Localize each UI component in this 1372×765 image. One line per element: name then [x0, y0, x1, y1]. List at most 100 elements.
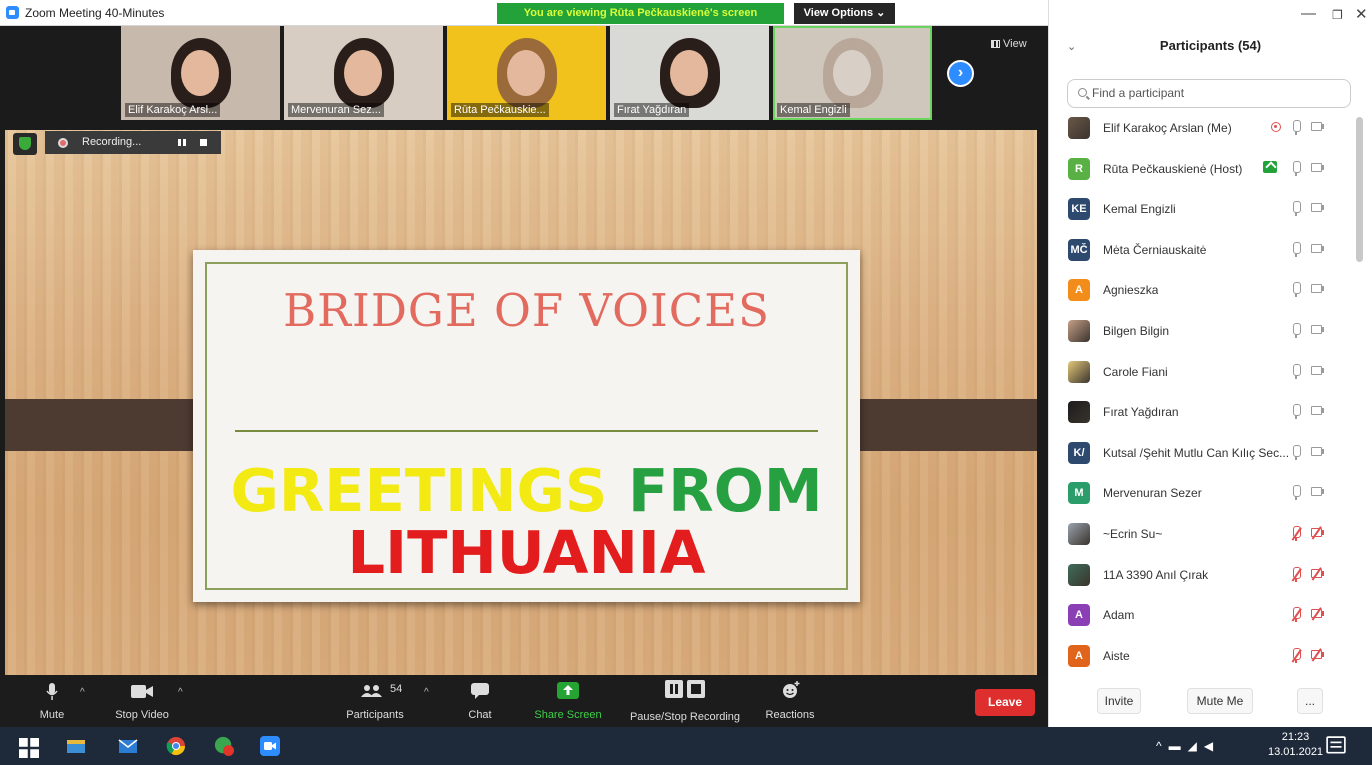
mute-label: Mute	[39, 709, 65, 721]
participant-row[interactable]: 11A 3390 Anıl Çırak	[1049, 563, 1359, 605]
video-camera-icon	[1311, 203, 1324, 213]
participants-panel-title: Participants (54)	[1159, 38, 1262, 53]
close-icon[interactable]: ✕	[1355, 5, 1368, 23]
participant-row[interactable]: Carole Fiani	[1049, 360, 1359, 402]
participant-row[interactable]: K/Kutsal /Şehit Mutlu Can Kılıç Sec...	[1049, 441, 1359, 483]
recording-indicator: Recording...	[45, 131, 221, 154]
notifications-icon[interactable]	[1326, 736, 1346, 756]
file-explorer-icon[interactable]	[66, 736, 86, 756]
slash-icon	[1311, 526, 1322, 540]
video-thumbnail-name: Rūta Pečkauskie...	[451, 103, 549, 117]
microphone-icon	[1292, 201, 1301, 217]
mail-icon[interactable]	[118, 736, 138, 756]
slide-greeting-line: GREETINGS FROM	[193, 458, 860, 524]
clock[interactable]: 21:23 13.01.2021	[1268, 730, 1323, 760]
microphone-icon	[1292, 363, 1301, 379]
mute-button[interactable]: Mute	[30, 675, 74, 727]
participant-row[interactable]: R Rūta Pečkauskienė (Host)	[1049, 157, 1359, 199]
share-screen-button[interactable]: Share Screen	[528, 675, 608, 727]
participant-row[interactable]: Elif Karakoç Arslan (Me)	[1049, 117, 1359, 158]
video-camera-icon	[1311, 243, 1324, 253]
security-shield-icon[interactable]	[13, 133, 37, 155]
minimize-icon[interactable]: —	[1301, 5, 1316, 22]
smiley-icon	[783, 681, 800, 698]
pause-recording-icon[interactable]	[178, 139, 186, 146]
slash-icon	[1311, 647, 1322, 662]
video-thumbnail-strip: Elif Karakoç Arsl... Mervenuran Sez... Rūt…	[121, 26, 941, 120]
slide-country: LITHUANIA	[347, 518, 706, 587]
windows-start-icon[interactable]	[19, 738, 39, 758]
muted-microphone-icon	[1291, 566, 1302, 582]
video-thumbnail[interactable]: Elif Karakoç Arsl...	[121, 26, 280, 120]
restore-icon[interactable]: ❐	[1332, 8, 1343, 22]
chrome-icon[interactable]	[166, 736, 186, 756]
participant-row[interactable]: A Agnieszka	[1049, 279, 1359, 320]
chat-label: Chat	[468, 709, 492, 721]
participant-name: Aiste	[1103, 648, 1130, 663]
reactions-label: Reactions	[765, 709, 815, 721]
stop-video-button[interactable]: Stop Video	[102, 675, 182, 727]
microphone-icon	[1292, 241, 1301, 257]
slash-icon	[1291, 648, 1302, 663]
windows-taskbar: ^▬◢◀ 21:23 13.01.2021	[0, 727, 1372, 765]
participant-row[interactable]: Bilgen Bilgin	[1049, 320, 1359, 361]
participant-search-box[interactable]	[1067, 79, 1351, 108]
pause-stop-recording-button[interactable]: Pause/Stop Recording	[622, 675, 748, 727]
video-off-icon	[1311, 566, 1324, 580]
participant-row[interactable]: M Mervenuran Sezer	[1049, 482, 1359, 523]
participant-face	[833, 50, 871, 96]
mute-me-button[interactable]: Mute Me	[1187, 688, 1253, 714]
participant-list-scrollbar[interactable]	[1356, 117, 1363, 262]
view-button[interactable]: View	[991, 38, 1027, 50]
zoom-taskbar-icon[interactable]	[260, 736, 280, 756]
stop-recording-icon[interactable]	[200, 139, 207, 146]
system-tray: ^▬◢◀	[1156, 739, 1221, 753]
microphone-icon	[1292, 485, 1301, 501]
muted-microphone-icon	[1291, 526, 1302, 541]
leave-button[interactable]: Leave	[975, 689, 1035, 716]
more-options-button[interactable]: ...	[1297, 688, 1323, 714]
participant-row[interactable]: MČ Mėta Černiauskaitė	[1049, 238, 1359, 280]
participant-avatar: KE	[1068, 198, 1090, 221]
chat-app-icon[interactable]	[214, 736, 234, 756]
video-thumbnail[interactable]: Kemal Engizli	[773, 26, 932, 120]
microphone-icon	[1292, 323, 1301, 338]
view-options-button[interactable]: View Options ⌄	[794, 3, 895, 24]
participant-search-input[interactable]	[1092, 86, 1342, 100]
left-board-decoration	[5, 399, 216, 451]
participant-name: Agnieszka	[1103, 283, 1159, 298]
participant-avatar: A	[1068, 644, 1090, 667]
video-thumbnail[interactable]: Fırat Yağdıran	[610, 26, 769, 120]
audio-options-chevron-icon[interactable]: ^	[80, 687, 85, 698]
participant-name: Bilgen Bilgin	[1103, 324, 1170, 338]
participant-avatar: K/	[1068, 441, 1090, 464]
participant-row[interactable]: ~Ecrin Su~	[1049, 523, 1359, 564]
video-options-chevron-icon[interactable]: ^	[178, 687, 183, 698]
reactions-button[interactable]: Reactions	[760, 675, 820, 727]
grid-icon	[991, 40, 1000, 48]
participants-count: 54	[390, 683, 403, 695]
video-camera-icon	[1311, 487, 1324, 497]
shared-screen: BRIDGE OF VOICES GREETINGS FROM LITHUANI…	[5, 130, 1037, 675]
video-thumbnail[interactable]: Mervenuran Sez...	[284, 26, 443, 120]
participants-chevron-icon[interactable]: ^	[424, 687, 429, 698]
next-page-button[interactable]: ›	[947, 60, 974, 87]
participant-row[interactable]: Fırat Yağdıran	[1049, 401, 1359, 442]
video-thumbnail-name: Mervenuran Sez...	[288, 103, 384, 117]
microphone-icon	[1292, 160, 1301, 176]
microphone-icon	[1292, 282, 1301, 298]
video-camera-icon	[1311, 284, 1324, 294]
video-thumbnail[interactable]: Rūta Pečkauskie...	[447, 26, 606, 120]
slash-icon	[1291, 527, 1302, 541]
clock-date: 13.01.2021	[1268, 746, 1324, 758]
chat-button[interactable]: Chat	[460, 675, 500, 727]
participants-button[interactable]: 54 Participants	[340, 675, 410, 727]
pause-stop-recording-label: Pause/Stop Recording	[629, 711, 741, 723]
invite-button[interactable]: Invite	[1097, 688, 1141, 714]
slash-icon	[1311, 607, 1322, 621]
participant-row[interactable]: A Adam	[1049, 604, 1359, 645]
participant-avatar: A	[1068, 604, 1090, 627]
slash-icon	[1291, 608, 1302, 622]
participant-row[interactable]: KE Kemal Engizli	[1049, 198, 1359, 239]
participant-row[interactable]: A Aiste	[1049, 644, 1359, 686]
